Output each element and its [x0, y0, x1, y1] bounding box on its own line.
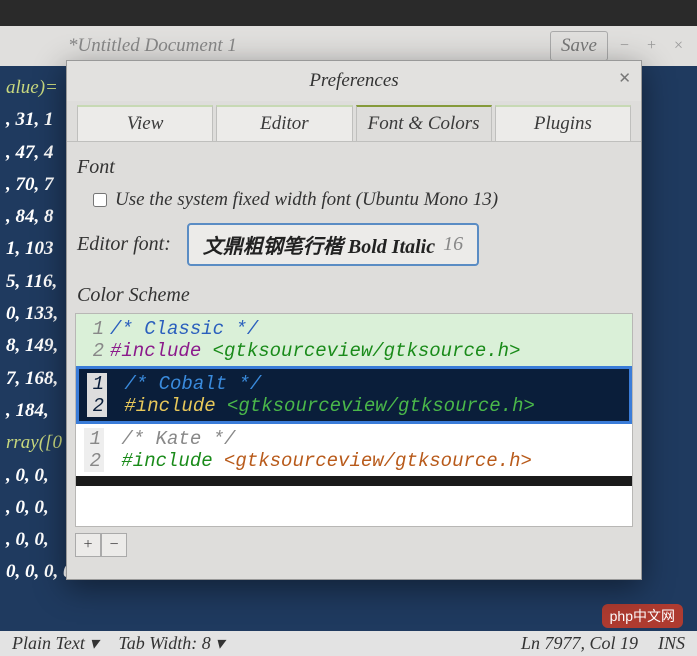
preferences-dialog: Preferences ✕ View Editor Font & Colors …	[66, 60, 642, 580]
tab-font-colors[interactable]: Font & Colors	[356, 105, 492, 141]
scheme-kate[interactable]: 1 /* Kate */ 2 #include <gtksourceview/g…	[76, 424, 632, 476]
close-button[interactable]: ×	[668, 37, 689, 55]
dialog-titlebar[interactable]: Preferences ✕	[67, 61, 641, 101]
font-size: 16	[443, 233, 463, 256]
watermark: php中文网	[602, 604, 683, 628]
syntax-selector[interactable]: Plain Text ▾	[12, 633, 98, 654]
font-section-label: Font	[77, 156, 633, 179]
tab-width-selector[interactable]: Tab Width: 8 ▾	[118, 633, 224, 654]
scheme-classic[interactable]: 1/* Classic */ 2#include <gtksourceview/…	[76, 314, 632, 366]
minimize-button[interactable]: −	[614, 37, 635, 55]
add-scheme-button[interactable]: +	[75, 533, 101, 557]
tab-view[interactable]: View	[77, 105, 213, 141]
scheme-actions: + −	[75, 533, 633, 557]
top-system-bar	[0, 0, 697, 26]
use-system-font-checkbox[interactable]	[93, 193, 107, 207]
cursor-position: Ln 7977, Col 19	[521, 633, 638, 654]
use-system-font-row: Use the system fixed width font (Ubuntu …	[75, 185, 633, 221]
code-token: alue)=	[6, 77, 58, 98]
document-title: *Untitled Document 1	[8, 35, 550, 57]
scheme-cobalt[interactable]: 1 /* Cobalt */ 2 #include <gtksourceview…	[76, 366, 632, 424]
use-system-font-label: Use the system fixed width font (Ubuntu …	[115, 189, 498, 211]
editor-font-label: Editor font:	[77, 233, 171, 256]
font-name: 文鼎粗钢笔行楷 Bold Italic	[203, 230, 435, 259]
maximize-button[interactable]: +	[641, 37, 662, 55]
font-chooser-button[interactable]: 文鼎粗钢笔行楷 Bold Italic 16	[187, 223, 479, 266]
window-actions: Save − + ×	[550, 31, 689, 61]
tab-plugins[interactable]: Plugins	[495, 105, 631, 141]
remove-scheme-button[interactable]: −	[101, 533, 127, 557]
dialog-title: Preferences	[309, 70, 398, 92]
save-button[interactable]: Save	[550, 31, 608, 61]
color-scheme-list[interactable]: 1/* Classic */ 2#include <gtksourceview/…	[75, 313, 633, 527]
scheme-next-peek[interactable]	[76, 476, 632, 486]
code-token: rray([0	[6, 432, 62, 453]
color-scheme-label: Color Scheme	[77, 284, 633, 307]
dialog-body: Font Use the system fixed width font (Ub…	[67, 141, 641, 579]
insert-mode[interactable]: INS	[658, 633, 685, 654]
tab-editor[interactable]: Editor	[216, 105, 352, 141]
editor-font-row: Editor font: 文鼎粗钢笔行楷 Bold Italic 16	[75, 221, 633, 280]
dialog-tabs: View Editor Font & Colors Plugins	[67, 101, 641, 141]
status-bar: Plain Text ▾ Tab Width: 8 ▾ Ln 7977, Col…	[0, 631, 697, 656]
close-icon[interactable]: ✕	[618, 69, 631, 88]
